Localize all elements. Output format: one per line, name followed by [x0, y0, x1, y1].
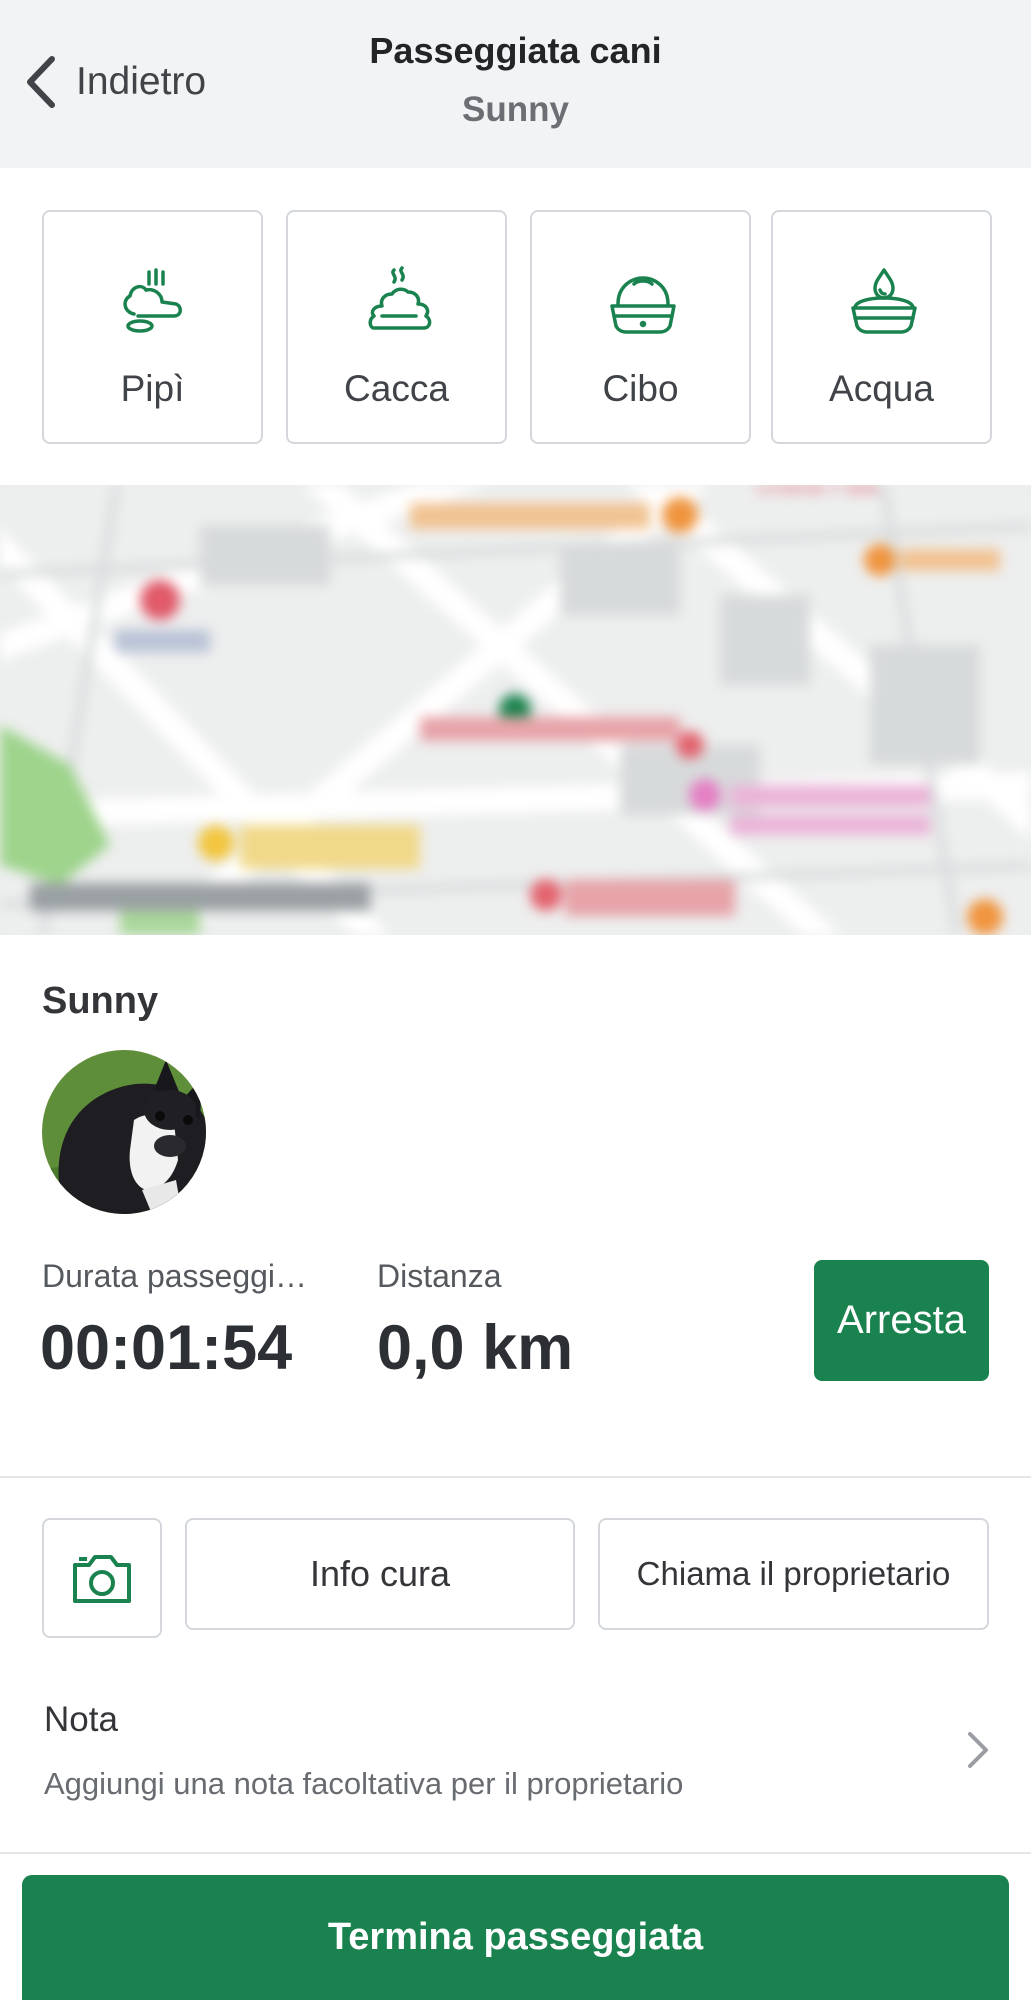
- food-bowl-icon: [610, 276, 676, 334]
- note-row[interactable]: Nota Aggiungi una nota facoltativa per i…: [0, 1680, 1031, 1815]
- stop-button[interactable]: Arresta: [814, 1260, 989, 1381]
- quick-actions: Pipì Cacca Cibo Acqua: [0, 210, 1031, 444]
- divider: [0, 1476, 1031, 1478]
- map-image: Oisela Pala: [0, 485, 1031, 935]
- water-bowl-icon: [851, 268, 917, 334]
- camera-button[interactable]: [42, 1518, 162, 1638]
- water-button[interactable]: Acqua: [771, 210, 992, 444]
- distance-value: 0,0 km: [377, 1313, 574, 1383]
- pee-icon: [123, 268, 182, 333]
- pee-button[interactable]: Pipì: [42, 210, 263, 444]
- chevron-right-icon: [968, 1732, 988, 1768]
- distance-label: Distanza: [377, 1258, 502, 1294]
- care-info-button[interactable]: Info cura: [185, 1518, 575, 1630]
- call-owner-button[interactable]: Chiama il proprietario: [598, 1518, 989, 1630]
- dog-avatar: [42, 1050, 206, 1214]
- finish-walk-button[interactable]: Termina passeggiata: [22, 1875, 1009, 2000]
- divider: [0, 1852, 1031, 1854]
- poop-button[interactable]: Cacca: [286, 210, 507, 444]
- top-bar: Indietro Passeggiata cani Sunny: [0, 0, 1031, 168]
- food-button[interactable]: Cibo: [530, 210, 751, 444]
- dog-name: Sunny: [42, 980, 159, 1022]
- food-label: Cibo: [602, 368, 679, 409]
- svg-text:Oisela Pala: Oisela Pala: [755, 485, 878, 499]
- duration-label: Durata passeggi…: [42, 1258, 308, 1294]
- walk-map[interactable]: Oisela Pala: [0, 485, 1031, 935]
- pee-label: Pipì: [120, 368, 185, 409]
- note-hint: Aggiungi una nota facoltativa per il pro…: [44, 1766, 684, 1801]
- page-subtitle: Sunny: [462, 90, 569, 129]
- page-title: Passeggiata cani: [369, 30, 662, 71]
- duration-value: 00:01:54: [40, 1313, 293, 1383]
- poop-label: Cacca: [344, 368, 449, 409]
- poop-icon: [368, 266, 432, 330]
- note-title: Nota: [44, 1700, 118, 1739]
- camera-icon: [73, 1555, 131, 1603]
- water-label: Acqua: [829, 368, 934, 409]
